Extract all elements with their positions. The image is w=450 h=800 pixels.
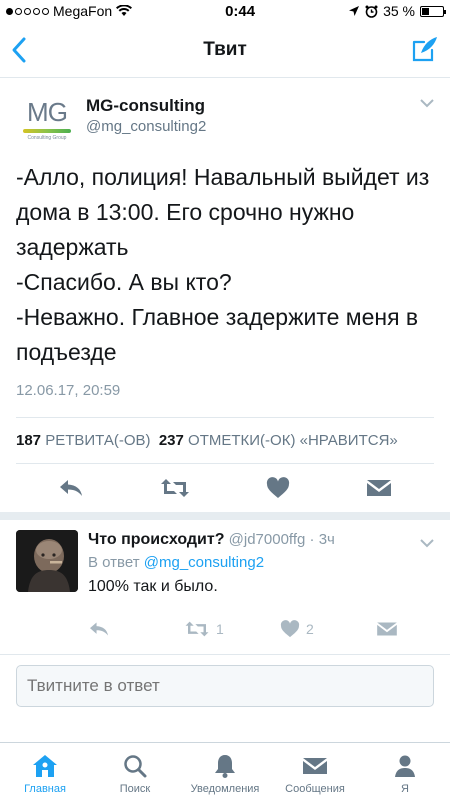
bell-icon xyxy=(215,755,235,778)
reply-icon[interactable] xyxy=(58,477,84,499)
status-bar: MegaFon 0:44 35 % xyxy=(0,0,450,22)
tab-bar: Главная Поиск Уведомления Сообщения Я xyxy=(0,742,450,800)
envelope-icon[interactable] xyxy=(376,620,398,638)
like-count[interactable]: 237 xyxy=(159,432,184,449)
retweet-count[interactable]: 187 xyxy=(16,432,41,449)
chevron-down-icon[interactable] xyxy=(420,98,434,108)
reply-to-prefix: В ответ xyxy=(88,554,140,571)
envelope-icon xyxy=(303,758,327,774)
author-handle[interactable]: @mg_consulting2 xyxy=(86,118,206,135)
logo-text: MG xyxy=(27,97,68,127)
signal-icon xyxy=(6,7,49,15)
retweet-icon[interactable] xyxy=(184,620,210,638)
compose-tweet-icon[interactable] xyxy=(412,36,438,62)
reply-like-count: 2 xyxy=(306,621,314,637)
tab-label: Я xyxy=(401,783,409,795)
reply-actions: 1 2 xyxy=(88,614,450,644)
back-icon[interactable] xyxy=(8,36,32,64)
chevron-down-icon[interactable] xyxy=(420,538,434,548)
location-icon xyxy=(349,6,360,16)
logo-subtext: Consulting Group xyxy=(27,135,67,141)
tweet-stats: 187 РЕТВИТА(-ОВ) 237 ОТМЕТКИ(-ОК) «НРАВИ… xyxy=(16,418,434,464)
reply-to-mention[interactable]: @mg_consulting2 xyxy=(144,554,264,571)
navigation-bar: Твит xyxy=(0,22,450,78)
carrier-name: MegaFon xyxy=(53,3,113,19)
page-title: Твит xyxy=(203,38,247,60)
reply-to-line: В ответ @mg_consulting2 xyxy=(88,554,450,571)
reply-input[interactable] xyxy=(16,665,434,707)
status-time: 0:44 xyxy=(225,2,256,20)
reply-separator: · xyxy=(309,531,315,548)
reply-author-handle[interactable]: @jd7000ffg xyxy=(229,531,306,548)
reply-icon[interactable] xyxy=(88,620,110,638)
reply-avatar[interactable] xyxy=(16,530,78,592)
like-icon[interactable] xyxy=(280,620,300,638)
envelope-icon[interactable] xyxy=(366,477,392,499)
reply-composer xyxy=(0,655,450,717)
battery-level xyxy=(421,7,429,15)
main-tweet: MG Consulting Group MG-consulting @mg_co… xyxy=(0,78,450,520)
tweet-text: -Алло, полиция! Навальный выйдет из дома… xyxy=(16,164,430,365)
tab-label: Главная xyxy=(24,783,66,795)
tab-label: Уведомления xyxy=(190,783,260,795)
alarm-icon xyxy=(365,5,378,18)
author-avatar[interactable]: MG Consulting Group xyxy=(16,90,78,148)
tab-label: Сообщения xyxy=(285,783,345,795)
tweet-timestamp: 12.06.17, 20:59 xyxy=(16,382,434,418)
tab-notifications[interactable]: Уведомления xyxy=(180,743,270,800)
reply-time: 3ч xyxy=(318,531,335,548)
tab-label: Поиск xyxy=(119,783,151,795)
like-icon[interactable] xyxy=(266,477,290,499)
like-label[interactable]: ОТМЕТКИ(-ОК) «НРАВИТСЯ» xyxy=(188,432,398,449)
tweet-actions xyxy=(0,464,450,520)
reply-author-name[interactable]: Что происходит? xyxy=(88,531,224,548)
wifi-icon xyxy=(116,5,133,16)
battery-icon xyxy=(419,5,446,17)
tab-profile[interactable]: Я xyxy=(360,743,450,800)
search-icon xyxy=(124,755,147,778)
battery-percent: 35 % xyxy=(383,3,415,19)
logo-swoosh xyxy=(23,129,71,133)
reply-text: 100% так и было. xyxy=(88,578,218,595)
reply-tweet[interactable]: Что происходит? @jd7000ffg · 3ч В ответ … xyxy=(0,520,450,655)
home-icon xyxy=(33,755,57,777)
retweet-label[interactable]: РЕТВИТА(-ОВ) xyxy=(45,432,150,449)
tab-messages[interactable]: Сообщения xyxy=(270,743,360,800)
tab-search[interactable]: Поиск xyxy=(90,743,180,800)
tab-home[interactable]: Главная xyxy=(0,743,90,800)
retweet-icon[interactable] xyxy=(160,477,190,499)
author-name[interactable]: MG-consulting xyxy=(86,96,206,116)
profile-icon xyxy=(395,755,415,777)
reply-retweet-count: 1 xyxy=(216,621,224,637)
